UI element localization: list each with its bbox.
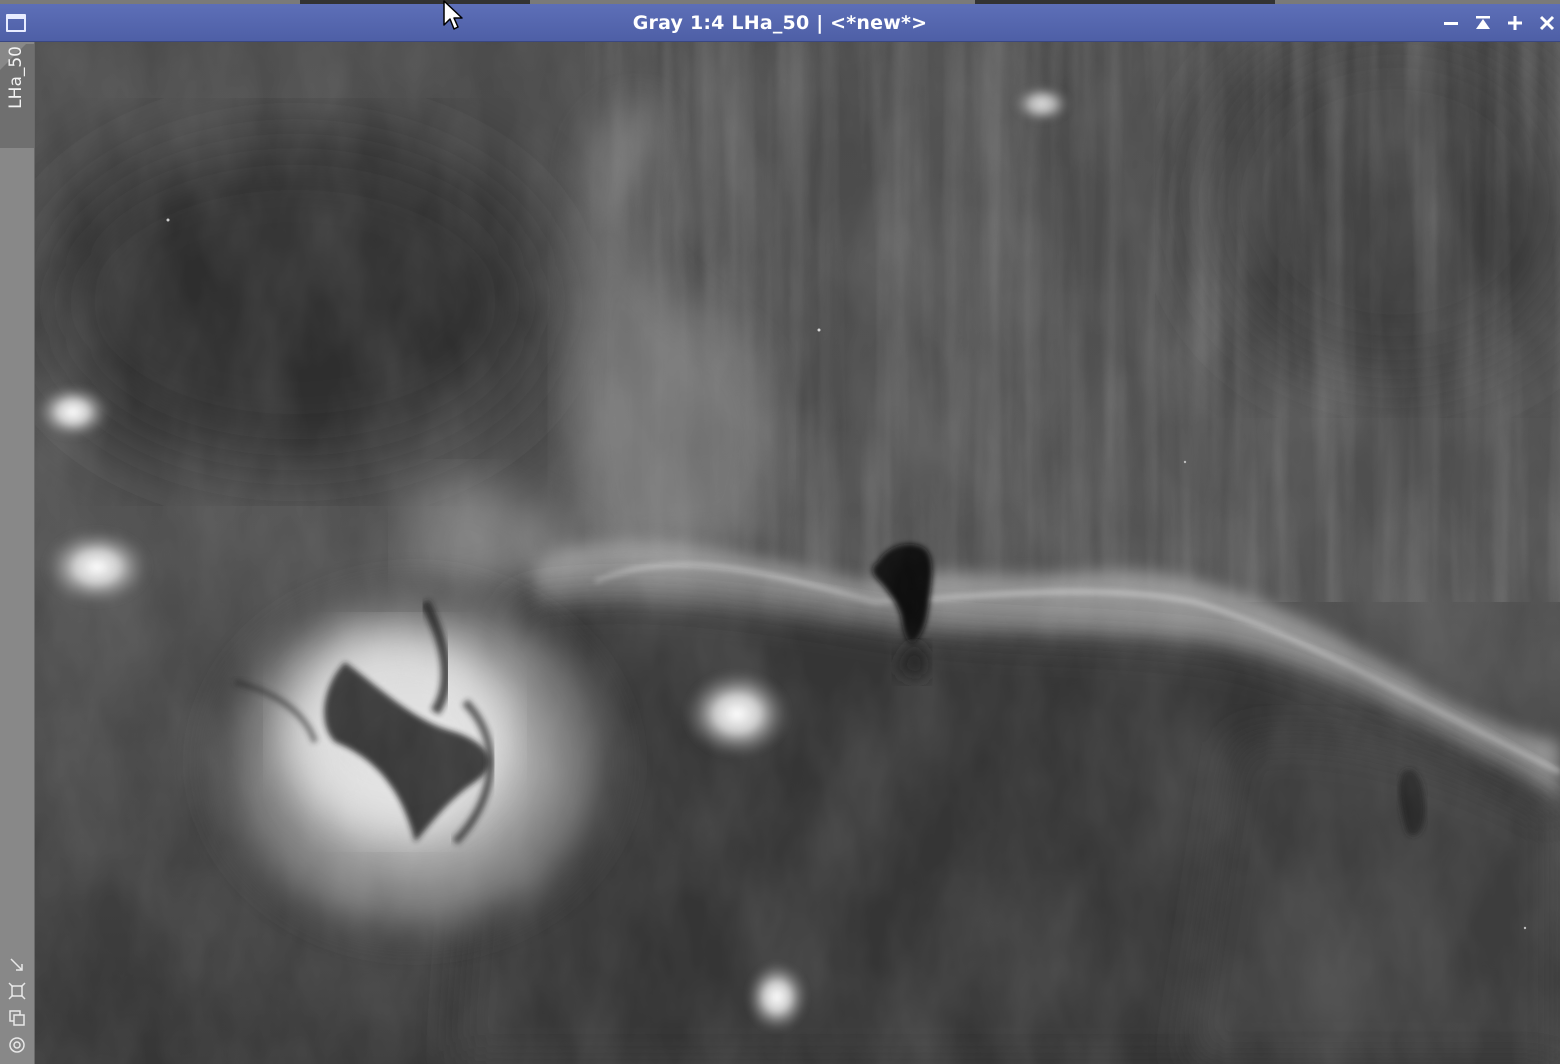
preview-button[interactable]: [7, 1035, 27, 1055]
minimize-icon: [1444, 22, 1458, 25]
fit-view-button[interactable]: [7, 981, 27, 1001]
maximize-button[interactable]: [1502, 10, 1528, 36]
clone-view-button[interactable]: [7, 1008, 27, 1028]
zoom-to-fit-button[interactable]: [7, 955, 27, 975]
window-titlebar[interactable]: Gray 1:4 LHa_50 | <*new*>: [0, 4, 1560, 42]
zoom-to-fit-icon: [10, 958, 23, 971]
minimize-button[interactable]: [1438, 10, 1464, 36]
nebula-image[interactable]: [35, 42, 1560, 1064]
view-sidebar: LHa_50: [0, 42, 35, 1064]
clone-view-icon: [9, 1010, 25, 1026]
shade-icon: [1476, 16, 1490, 29]
shade-button[interactable]: [1470, 10, 1496, 36]
view-identifier-tab[interactable]: LHa_50: [0, 44, 34, 148]
maximize-icon: [1508, 16, 1522, 30]
close-icon: [1539, 15, 1555, 31]
close-button[interactable]: [1534, 10, 1560, 36]
image-viewport[interactable]: [35, 42, 1560, 1064]
fit-view-icon: [8, 982, 26, 1000]
view-identifier-label: LHa_50: [6, 46, 26, 109]
preview-icon: [9, 1037, 25, 1053]
window-title: Gray 1:4 LHa_50 | <*new*>: [632, 12, 928, 34]
mouse-cursor-icon: [443, 0, 463, 30]
